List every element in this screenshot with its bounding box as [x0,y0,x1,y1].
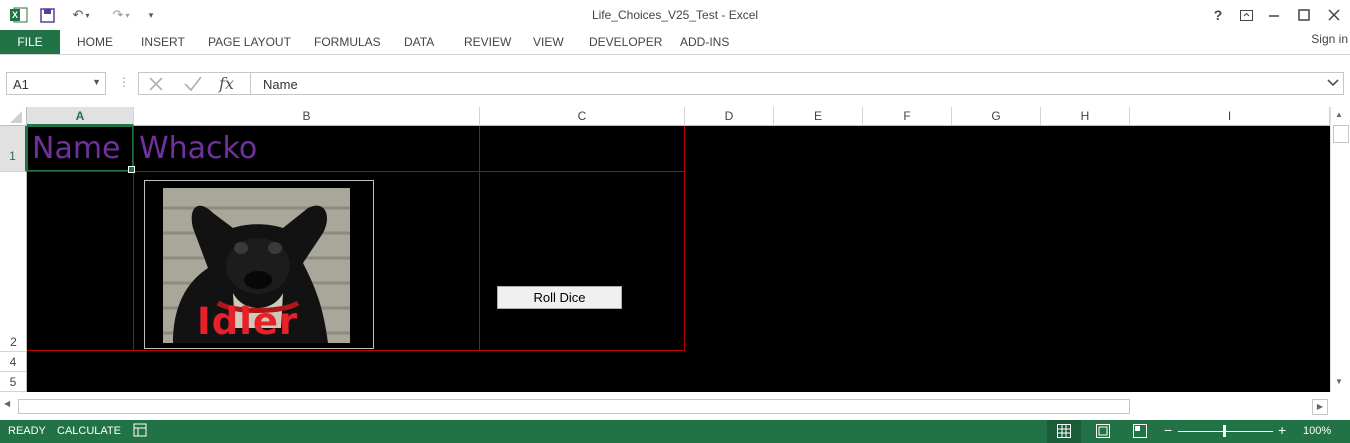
zoom-in-icon[interactable]: + [1278,422,1286,438]
cancel-icon[interactable] [147,75,165,96]
cell-border [684,126,685,351]
status-calculate[interactable]: CALCULATE [57,425,121,437]
status-bar: READY CALCULATE − + 100% [0,420,1350,443]
close-icon[interactable] [1322,5,1346,25]
fill-handle[interactable] [128,166,135,173]
horizontal-scroll-thumb[interactable] [18,399,1130,414]
window-title: Life_Choices_V25_Test - Excel [591,8,759,22]
scroll-up-icon[interactable]: ▲ [1335,110,1343,119]
minimize-icon[interactable] [1262,5,1286,25]
row-header-5[interactable]: 5 [0,372,27,392]
normal-view-button[interactable] [1047,420,1081,443]
tab-view[interactable]: VIEW [533,35,564,49]
ribbon-tabs: FILE HOME INSERT PAGE LAYOUT FORMULAS DA… [0,30,1350,54]
formula-value: Name [263,77,298,92]
tab-home[interactable]: HOME [77,35,113,49]
column-header-a[interactable]: A [27,107,134,126]
column-headers: A B C D E F G H I [0,107,1330,126]
sign-in-link[interactable]: Sign in [1311,32,1348,46]
name-box-value: A1 [13,77,29,92]
scroll-down-icon[interactable]: ▼ [1335,377,1343,386]
row-header-1[interactable]: 1 [0,126,27,172]
cell-border [133,126,134,351]
ribbon-display-options-icon[interactable] [1234,5,1258,25]
row-header-2[interactable]: 2 [0,172,27,352]
more-options-icon[interactable]: ⋮ [118,75,130,89]
column-header-f[interactable]: F [863,107,952,126]
column-header-c[interactable]: C [480,107,685,126]
enter-icon[interactable] [183,75,203,96]
column-header-h[interactable]: H [1041,107,1130,126]
select-all-button[interactable] [0,107,27,126]
status-ready: READY [8,425,46,437]
cell-border [479,126,480,351]
page-layout-view-icon[interactable] [1096,424,1110,441]
column-header-g[interactable]: G [952,107,1041,126]
zoom-slider-thumb[interactable] [1223,425,1226,437]
column-header-d[interactable]: D [685,107,774,126]
maximize-icon[interactable] [1292,5,1316,25]
formula-buttons: fx [138,72,250,95]
vertical-scroll-thumb[interactable] [1333,125,1349,143]
tab-page-layout[interactable]: PAGE LAYOUT [208,35,291,49]
roll-dice-button[interactable]: Roll Dice [497,286,622,309]
vertical-scrollbar[interactable]: ▲ ▼ [1330,107,1350,392]
column-header-e[interactable]: E [774,107,863,126]
horizontal-scrollbar[interactable]: ◀ ▶ [0,398,1330,415]
help-button[interactable]: ? [1206,5,1230,25]
expand-formula-bar-icon[interactable] [1327,76,1339,91]
tab-developer[interactable]: DEVELOPER [589,35,662,49]
name-box[interactable]: A1 ▼ [6,72,106,95]
column-header-i[interactable]: I [1130,107,1330,126]
insert-function-icon[interactable]: fx [219,74,234,93]
row-header-4[interactable]: 4 [0,352,27,372]
scroll-right-icon[interactable]: ▶ [1312,399,1328,415]
chevron-down-icon[interactable]: ▼ [92,77,101,87]
tab-review[interactable]: REVIEW [464,35,511,49]
picture-frame[interactable]: Idler [144,180,374,349]
zoom-out-icon[interactable]: − [1164,422,1172,438]
formula-input[interactable]: Name [250,72,1344,95]
column-header-b[interactable]: B [134,107,480,126]
tab-insert[interactable]: INSERT [141,35,185,49]
cell-border [27,350,685,351]
zoom-level[interactable]: 100% [1303,425,1331,437]
page-break-view-icon[interactable] [1133,424,1147,441]
worksheet-grid[interactable]: Name Whacko Idler Roll Dice [27,126,1330,392]
grid-view-icon [1057,424,1071,438]
title-bar: X ↶ ▾ ↷ ▾ ▾ Life_Choices_V25_Test - Excel … [0,0,1350,30]
tab-data[interactable]: DATA [404,35,434,49]
cell-border [27,171,685,172]
cell-b1-text: Whacko [139,131,258,166]
tab-add-ins[interactable]: ADD-INS [680,35,729,49]
cell-a1-text: Name [32,131,121,166]
image-caption: Idler [197,300,299,343]
row-header-2-label: 2 [10,335,17,349]
macro-recording-icon[interactable] [133,423,147,440]
tab-formulas[interactable]: FORMULAS [314,35,381,49]
dog-photo[interactable]: Idler [163,188,350,343]
tab-file[interactable]: FILE [0,30,60,54]
scroll-left-icon[interactable]: ◀ [4,399,10,408]
formula-bar: A1 ▼ ⋮ fx Name [0,70,1350,98]
ribbon-divider [0,54,1350,55]
